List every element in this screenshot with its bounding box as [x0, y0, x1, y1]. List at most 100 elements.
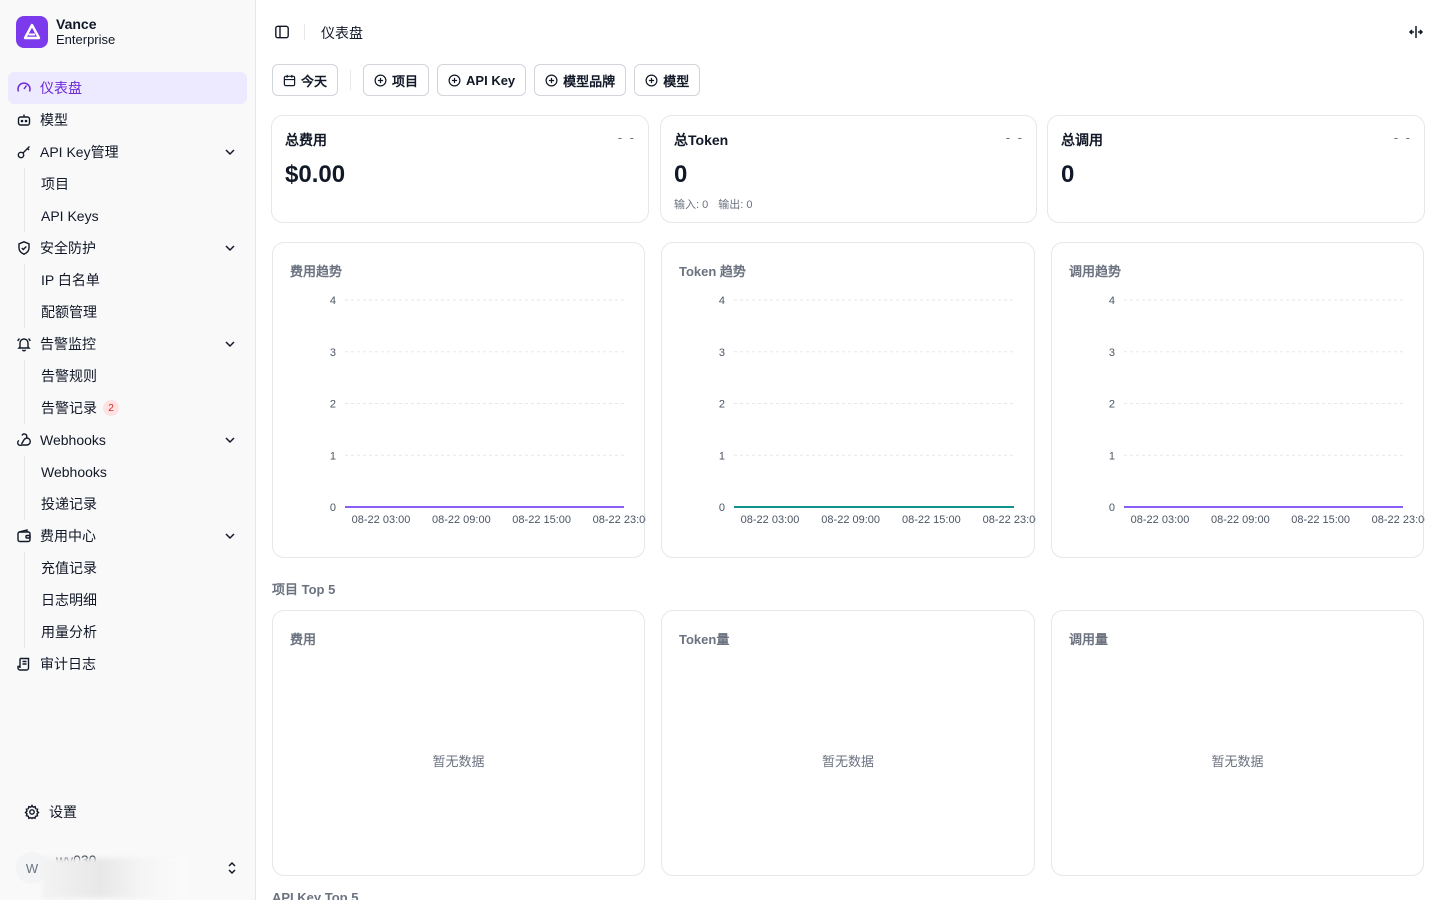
x-tick-label: 08-22 09:00: [1211, 514, 1270, 526]
model-filter-button[interactable]: 模型: [634, 64, 701, 96]
sidebar-item-label: Webhooks: [40, 432, 106, 448]
user-menu[interactable]: W wy030: [16, 852, 248, 898]
y-tick-label: 2: [719, 399, 725, 411]
chart-card-token-trend: Token 趋势 0 1 2 3 4 08-22 03:00 08-22 09:00 08-2…: [661, 242, 1036, 558]
empty-state: 暂无数据: [1211, 754, 1264, 769]
gauge-icon: [16, 80, 32, 96]
section-title-api-key-top5: API Key Top 5: [272, 890, 359, 900]
sidebar-item-webhooks[interactable]: Webhooks: [8, 424, 247, 456]
sidebar-item-api-key-management[interactable]: API Key管理: [8, 136, 247, 168]
sidebar-item-alert-monitoring[interactable]: 告警监控: [8, 328, 247, 360]
filter-bar: 今天 项目 API Key 模型品牌 模型: [272, 64, 708, 96]
sidebar-item-projects[interactable]: 项目: [41, 168, 247, 200]
date-filter-label: 今天: [301, 73, 328, 89]
chevron-down-icon[interactable]: [223, 145, 237, 159]
sidebar-item-alert-rules[interactable]: 告警规则: [41, 360, 247, 392]
x-tick-label: 08-22 23:00: [593, 514, 646, 526]
y-tick-label: 4: [330, 295, 336, 307]
sidebar-item-label: 告警监控: [40, 336, 96, 352]
scroll-icon: [16, 656, 32, 672]
redacted-user-info: [42, 858, 187, 898]
stat-value: 0: [1061, 161, 1075, 188]
logo-icon: [16, 16, 48, 48]
sidebar-item-recharge-records[interactable]: 充值记录: [41, 552, 247, 584]
stat-card-total-token: 总Token - - 0 输入: 0 输出: 0: [660, 115, 1037, 223]
sidebar-item-webhooks-list[interactable]: Webhooks: [41, 456, 247, 488]
api-key-filter-label: API Key: [466, 72, 516, 88]
api-key-filter-button[interactable]: API Key: [437, 64, 527, 96]
y-tick-label: 0: [1109, 502, 1115, 514]
y-tick-label: 3: [719, 347, 725, 359]
sidebar-item-label: 模型: [40, 112, 68, 128]
chevron-down-icon[interactable]: [223, 241, 237, 255]
sidebar-item-ip-whitelist[interactable]: IP 白名单: [41, 264, 247, 296]
y-tick-label: 2: [1109, 399, 1115, 411]
settings-button[interactable]: 设置: [16, 796, 240, 828]
sidebar-item-security[interactable]: 安全防护: [8, 232, 247, 264]
section-title-project-top5: 项目 Top 5: [272, 582, 336, 597]
chevron-down-icon[interactable]: [223, 529, 237, 543]
empty-state: 暂无数据: [821, 754, 874, 769]
settings-label: 设置: [49, 804, 77, 820]
date-filter-button[interactable]: 今天: [272, 64, 339, 96]
sidebar-item-log-details[interactable]: 日志明细: [41, 584, 247, 616]
sidebar-item-api-keys[interactable]: API Keys: [41, 200, 247, 232]
api-key-submenu: 项目 API Keys: [24, 168, 247, 232]
sidebar-toggle-icon[interactable]: [274, 24, 290, 40]
card-title: Token量: [679, 632, 730, 647]
stat-card-total-calls: 总调用 - - 0: [1047, 115, 1425, 223]
sidebar-item-models[interactable]: 模型: [8, 104, 247, 136]
stat-change-indicator: - -: [1005, 130, 1024, 145]
sidebar-item-dashboard[interactable]: 仪表盘: [8, 72, 247, 104]
input-tokens: 输入: 0: [674, 199, 709, 211]
y-tick-label: 3: [1109, 347, 1115, 359]
move-horizontal-icon[interactable]: [1408, 24, 1424, 40]
sidebar-item-usage-analysis[interactable]: 用量分析: [41, 616, 247, 648]
sidebar-item-label: 安全防护: [40, 240, 96, 256]
cost-trend-chart: 0 1 2 3 4 08-22 03:00 08-22 09:00 08-22 15:00 08…: [330, 295, 646, 526]
sidebar-item-quota-management[interactable]: 配额管理: [41, 296, 247, 328]
chart-card-cost-trend: 费用趋势 0 1 2 3 4 08-22 03:00 08-22 09:00 08-22 15…: [272, 242, 646, 558]
stat-title: 总Token: [674, 132, 729, 148]
gear-icon: [24, 804, 40, 820]
calendar-icon: [283, 74, 296, 87]
sidebar-item-billing-center[interactable]: 费用中心: [8, 520, 247, 552]
x-tick-label: 08-22 15:00: [902, 514, 961, 526]
chevron-down-icon[interactable]: [223, 337, 237, 351]
model-brand-filter-button[interactable]: 模型品牌: [534, 64, 627, 96]
x-tick-label: 08-22 03:00: [1131, 514, 1190, 526]
brand-subtitle: Enterprise: [56, 32, 116, 47]
shield-icon: [16, 240, 32, 256]
y-tick-label: 3: [330, 347, 336, 359]
stat-change-indicator: - -: [617, 130, 636, 145]
card-title: 调用量: [1069, 632, 1109, 647]
plus-circle-icon: [645, 74, 658, 87]
sidebar-item-alert-records[interactable]: 告警记录 2: [41, 392, 247, 424]
chevron-down-icon[interactable]: [223, 433, 237, 447]
y-tick-label: 0: [330, 502, 336, 514]
output-tokens: 输出: 0: [718, 199, 753, 211]
plus-circle-icon: [545, 74, 558, 87]
top5-card-tokens: Token量 暂无数据: [661, 610, 1035, 876]
sidebar-item-label: 审计日志: [40, 656, 96, 672]
sidebar-item-delivery-records[interactable]: 投递记录: [41, 488, 247, 520]
y-tick-label: 1: [330, 450, 336, 462]
y-tick-label: 4: [1109, 295, 1115, 307]
x-tick-label: 08-22 03:00: [741, 514, 800, 526]
plus-circle-icon: [448, 74, 461, 87]
model-filter-label: 模型: [663, 73, 690, 89]
sidebar-item-label: 告警记录: [41, 400, 97, 416]
wallet-icon: [16, 528, 32, 544]
empty-state: 暂无数据: [432, 754, 485, 769]
x-tick-label: 08-22 23:00: [1372, 514, 1425, 526]
webhook-icon: [16, 432, 32, 448]
y-tick-label: 1: [719, 450, 725, 462]
sidebar-item-audit-log[interactable]: 审计日志: [8, 648, 247, 680]
brand[interactable]: Vance Enterprise: [16, 16, 115, 48]
billing-submenu: 充值记录 日志明细 用量分析: [24, 552, 247, 648]
y-tick-label: 1: [1109, 450, 1115, 462]
stat-value: 0: [674, 161, 688, 188]
project-filter-button[interactable]: 项目: [363, 64, 430, 96]
chevrons-up-down-icon[interactable]: [224, 860, 240, 876]
x-tick-label: 08-22 03:00: [352, 514, 411, 526]
